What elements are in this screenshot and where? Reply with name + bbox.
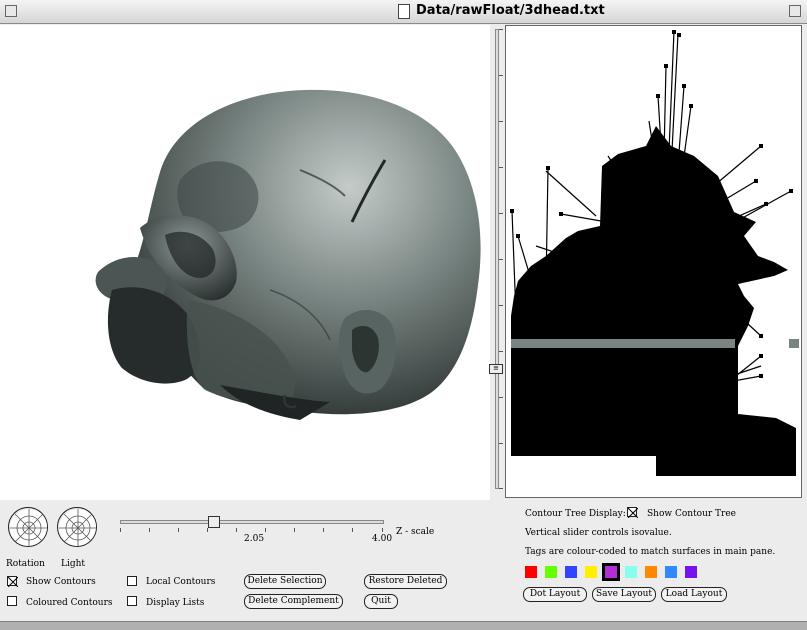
light-dial[interactable] [57, 507, 97, 547]
tag-color-swatch[interactable] [565, 566, 577, 578]
isosurface-view[interactable] [0, 25, 490, 500]
zscale-slider[interactable] [120, 516, 384, 532]
close-box-icon[interactable] [5, 5, 17, 17]
contour-tree-render [510, 30, 799, 476]
local-contours-checkbox[interactable] [127, 576, 137, 586]
zscale-slider-track[interactable] [120, 520, 384, 524]
local-contours-label: Local Contours [146, 577, 216, 587]
zscale-max-value: 4.00 [372, 534, 393, 544]
window-title: Data/rawFloat/3dhead.txt [416, 3, 605, 18]
light-label: Light [61, 559, 86, 569]
quit-button[interactable]: Quit [364, 594, 398, 609]
zscale-mid-value: 2.05 [244, 534, 265, 544]
coloured-contours-label: Coloured Contours [26, 598, 113, 608]
rotation-dial[interactable] [8, 507, 48, 547]
slider-hint: Vertical slider controls isovalue. [525, 528, 672, 538]
zscale-label: Z - scale [396, 527, 435, 537]
tag-color-swatch[interactable] [525, 566, 537, 578]
isovalue-slider[interactable]: ≡ [488, 25, 506, 495]
restore-deleted-button[interactable]: Restore Deleted [364, 574, 447, 589]
zoom-box-icon[interactable] [789, 5, 801, 17]
display-lists-checkbox[interactable] [127, 596, 137, 606]
isovalue-indicator-bar [511, 339, 735, 348]
show-contours-label: Show Contours [26, 577, 96, 587]
show-contour-tree-label: Show Contour Tree [647, 509, 736, 519]
document-icon [398, 4, 410, 19]
title-bar: Data/rawFloat/3dhead.txt [0, 0, 807, 24]
head-isosurface-render [95, 89, 481, 420]
show-contours-checkbox[interactable] [7, 576, 18, 587]
contour-tree-display-label: Contour Tree Display: [525, 509, 626, 519]
tag-color-swatch[interactable] [665, 566, 677, 578]
display-lists-label: Display Lists [146, 598, 205, 608]
save-layout-button[interactable]: Save Layout [592, 587, 656, 602]
rotation-label: Rotation [6, 559, 45, 569]
tag-color-swatch[interactable] [645, 566, 657, 578]
tag-color-swatch[interactable] [585, 566, 597, 578]
tags-hint: Tags are colour-coded to match surfaces … [525, 547, 776, 557]
show-contour-tree-checkbox[interactable] [627, 507, 638, 518]
delete-complement-button[interactable]: Delete Complement [244, 594, 343, 609]
contour-tree-view[interactable] [505, 25, 802, 498]
coloured-contours-checkbox[interactable] [7, 596, 17, 606]
dot-layout-button[interactable]: Dot Layout [523, 587, 587, 602]
zscale-slider-thumb[interactable] [208, 516, 220, 528]
tag-color-swatch-selected[interactable] [602, 563, 620, 581]
tag-color-swatch[interactable] [625, 566, 637, 578]
isovalue-slider-thumb[interactable]: ≡ [489, 364, 503, 374]
tag-color-swatch[interactable] [545, 566, 557, 578]
load-layout-button[interactable]: Load Layout [661, 587, 727, 602]
delete-selection-button[interactable]: Delete Selection [244, 574, 326, 589]
tag-color-swatch[interactable] [685, 566, 697, 578]
